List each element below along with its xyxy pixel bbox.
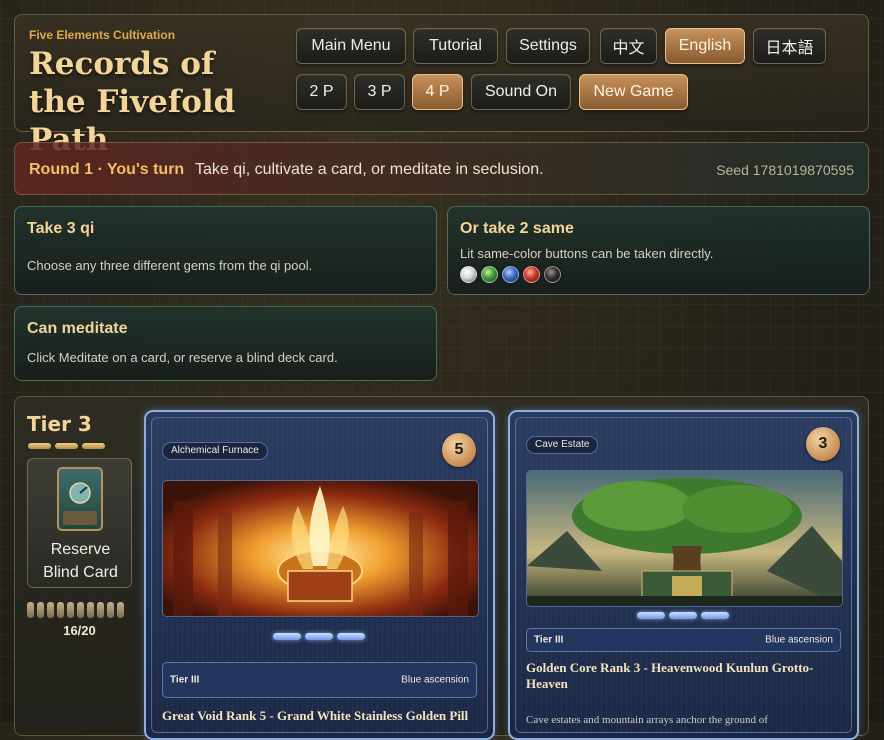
meditate-desc: Click Meditate on a card, or reserve a b… [27,350,338,365]
round-indicator: Round 1 · You's turn [29,161,185,178]
deck-pip [87,602,94,618]
card-alchemical-furnace[interactable]: Alchemical Furnace 5 Tier III Blue ascen… [144,410,495,740]
prestige-points-coin: 3 [806,427,840,461]
take-two-same-panel: Or take 2 same Lit same-color buttons ca… [447,206,870,295]
card-cave-estate[interactable]: Cave Estate 3 Tier III Blue ascension Go… [508,410,859,740]
tutorial-button[interactable]: Tutorial [413,28,498,64]
language-english-button[interactable]: English [665,28,745,64]
white-gem-icon[interactable] [460,266,477,283]
tier-marker [28,443,51,449]
header-panel: Five Elements Cultivation Records of the… [14,14,869,158]
cost-indicator [273,633,365,640]
meditate-panel: Can meditate Click Meditate on a card, o… [14,306,437,381]
turn-message: Take qi, cultivate a card, or meditate i… [195,161,544,178]
card-name: Golden Core Rank 3 - Heavenwood Kunlun G… [526,660,814,691]
deck-remaining-meter [27,602,124,618]
card-category-chip: Alchemical Furnace [162,442,268,460]
black-gem-icon[interactable] [544,266,561,283]
take-three-title: Take 3 qi [27,220,95,237]
tier-label: Tier III [534,634,564,646]
ascension-label: Blue ascension [401,674,469,686]
take-three-desc: Choose any three different gems from the… [27,258,313,273]
deck-pip [37,602,44,618]
red-gem-icon[interactable] [523,266,540,283]
turn-status-bar: Round 1 · You's turn Take qi, cultivate … [14,142,869,195]
tier-marker [82,443,105,449]
blue-cost-pip [337,633,365,640]
take-two-title: Or take 2 same [460,220,574,237]
card-tier-bar: Tier III Blue ascension [162,662,477,698]
take-three-qi-panel: Take 3 qi Choose any three different gem… [14,206,437,295]
deck-pip [67,602,74,618]
deck-pip [27,602,34,618]
deck-pip [77,602,84,618]
blue-cost-pip [273,633,301,640]
three-players-button[interactable]: 3 P [354,74,405,110]
card-description: Cave estates and mountain arrays anchor … [526,714,768,726]
golden-furnace-illustration [162,480,479,617]
cost-indicator [637,612,729,619]
tier-title: Tier 3 [27,412,92,436]
four-players-button[interactable]: 4 P [412,74,463,110]
prestige-points-coin: 5 [442,433,476,467]
main-menu-button[interactable]: Main Menu [296,28,406,64]
meditate-title: Can meditate [27,320,128,337]
blue-cost-pip [669,612,697,619]
card-category-chip: Cave Estate [526,436,599,454]
heavenwood-tree-illustration [526,470,843,607]
deck-pip [107,602,114,618]
two-players-button[interactable]: 2 P [296,74,347,110]
deck-count: 16/20 [63,623,96,638]
blue-cost-pip [305,633,333,640]
blue-cost-pip [637,612,665,619]
card-name: Great Void Rank 5 - Grand White Stainles… [162,708,469,723]
take-two-desc: Lit same-color buttons can be taken dire… [460,246,714,261]
language-chinese-button[interactable]: 中文 [600,28,657,64]
blind-card-label: Blind Card [43,564,118,581]
seed-label: Seed 1781019870595 [716,162,854,178]
tier-3-section: Tier 3 Reserve Blind Card 16/20 Alchemic… [14,396,869,740]
blue-cost-pip [701,612,729,619]
green-gem-icon[interactable] [481,266,498,283]
gem-buttons [460,266,561,283]
reserve-blind-card-button[interactable]: Reserve Blind Card [27,458,132,588]
deck-pip [97,602,104,618]
brand-subtitle: Five Elements Cultivation [29,28,176,42]
ascension-label: Blue ascension [765,634,833,646]
deck-pip [47,602,54,618]
language-japanese-button[interactable]: 日本語 [753,28,826,64]
sound-toggle-button[interactable]: Sound On [471,74,571,110]
deck-pip [57,602,64,618]
deck-pip [117,602,124,618]
tier-marker [55,443,78,449]
card-tier-bar: Tier III Blue ascension [526,628,841,652]
reserve-label: Reserve [50,541,111,558]
tier-label: Tier III [170,674,200,686]
new-game-button[interactable]: New Game [579,74,688,110]
blue-gem-icon[interactable] [502,266,519,283]
card-back-icon [57,467,103,531]
settings-button[interactable]: Settings [506,28,590,64]
